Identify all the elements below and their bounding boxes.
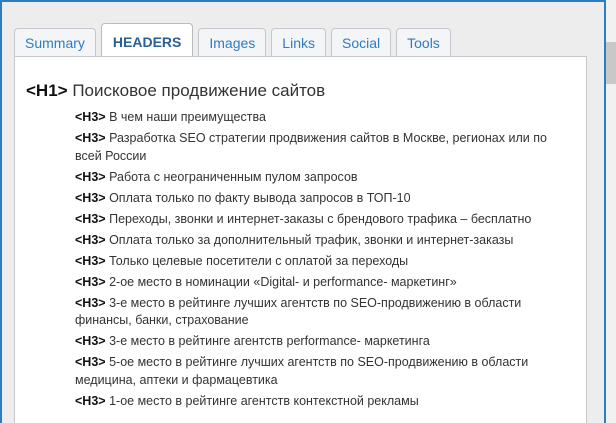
h3-header: <H3> Оплата только за дополнительный тра… xyxy=(75,232,575,250)
h3-tag: <H3> xyxy=(75,295,106,310)
tab-social[interactable]: Social xyxy=(330,28,392,56)
h3-text: 3-е место в рейтинге агентств performanc… xyxy=(109,334,430,348)
h3-text: Оплата только по факту вывода запросов в… xyxy=(109,190,411,205)
h3-header: <H3> Оплата только по факту вывода запро… xyxy=(75,190,575,208)
h1-header: <H1> Поисковое продвижение сайтов xyxy=(26,81,325,101)
h3-text: 1-ое место в рейтинге агентств контекстн… xyxy=(109,393,419,408)
h3-tag: <H3> xyxy=(75,190,106,205)
h3-text: Переходы, звонки и интернет-заказы с бре… xyxy=(109,211,532,226)
scrollbar-thumb[interactable] xyxy=(606,42,616,84)
h3-list: <H3> В чем наши преимущества <H3> Разраб… xyxy=(75,109,575,414)
h3-text: 2-ое место в номинации «Digital- и perfo… xyxy=(109,274,457,289)
h3-header: <H3> 5-ое место в рейтинге лучших агентс… xyxy=(75,354,575,389)
tab-headers[interactable]: HEADERS xyxy=(100,23,194,57)
h3-header: <H3> 3-е место в рейтинге агентств perfo… xyxy=(75,333,575,351)
h3-header: <H3> Только целевые посетители с оплатой… xyxy=(75,253,575,271)
tab-links[interactable]: Links xyxy=(271,28,326,56)
page-scrollbar[interactable] xyxy=(606,0,616,423)
h3-header: <H3> Работа с неограниченным пулом запро… xyxy=(75,169,575,187)
h3-text: 3-е место в рейтинге лучших агентств по … xyxy=(75,295,522,328)
h3-text: Оплата только за дополнительный трафик, … xyxy=(109,232,514,247)
h3-header: <H3> 2-ое место в номинации «Digital- и … xyxy=(75,274,575,292)
h3-tag: <H3> xyxy=(75,211,106,226)
h3-header: <H3> Переходы, звонки и интернет-заказы … xyxy=(75,211,575,229)
h1-tag: <H1> xyxy=(26,81,68,100)
tab-summary[interactable]: Summary xyxy=(14,28,96,56)
tab-images[interactable]: Images xyxy=(198,28,267,56)
h3-text: Только целевые посетители с оплатой за п… xyxy=(109,253,409,268)
h3-tag: <H3> xyxy=(75,393,106,408)
h3-text: Работа с неограниченным пулом запросов xyxy=(109,169,358,184)
h3-text: Разработка SEO стратегии продвижения сай… xyxy=(75,131,547,163)
h3-tag: <H3> xyxy=(75,232,106,247)
h3-tag: <H3> xyxy=(75,131,106,145)
h3-tag: <H3> xyxy=(75,253,106,268)
h3-text: 5-ое место в рейтинге лучших агентств по… xyxy=(75,355,529,387)
h3-tag: <H3> xyxy=(75,355,106,369)
h3-header: <H3> 1-ое место в рейтинге агентств конт… xyxy=(75,393,575,411)
h3-tag: <H3> xyxy=(75,110,106,124)
tab-tools[interactable]: Tools xyxy=(396,28,451,56)
h3-tag: <H3> xyxy=(75,169,106,184)
h1-text: Поисковое продвижение сайтов xyxy=(72,81,326,100)
h3-tag: <H3> xyxy=(75,334,106,348)
headers-panel: <H1> Поисковое продвижение сайтов <H3> В… xyxy=(14,56,587,423)
h3-header: <H3> 3-е место в рейтинге лучших агентст… xyxy=(75,295,575,330)
h3-header: <H3> В чем наши преимущества xyxy=(75,109,575,127)
h3-tag: <H3> xyxy=(75,274,106,289)
h3-header: <H3> Разработка SEO стратегии продвижени… xyxy=(75,130,575,165)
tab-bar: Summary HEADERS Images Links Social Tool… xyxy=(14,23,451,57)
h3-text: В чем наши преимущества xyxy=(109,110,266,124)
